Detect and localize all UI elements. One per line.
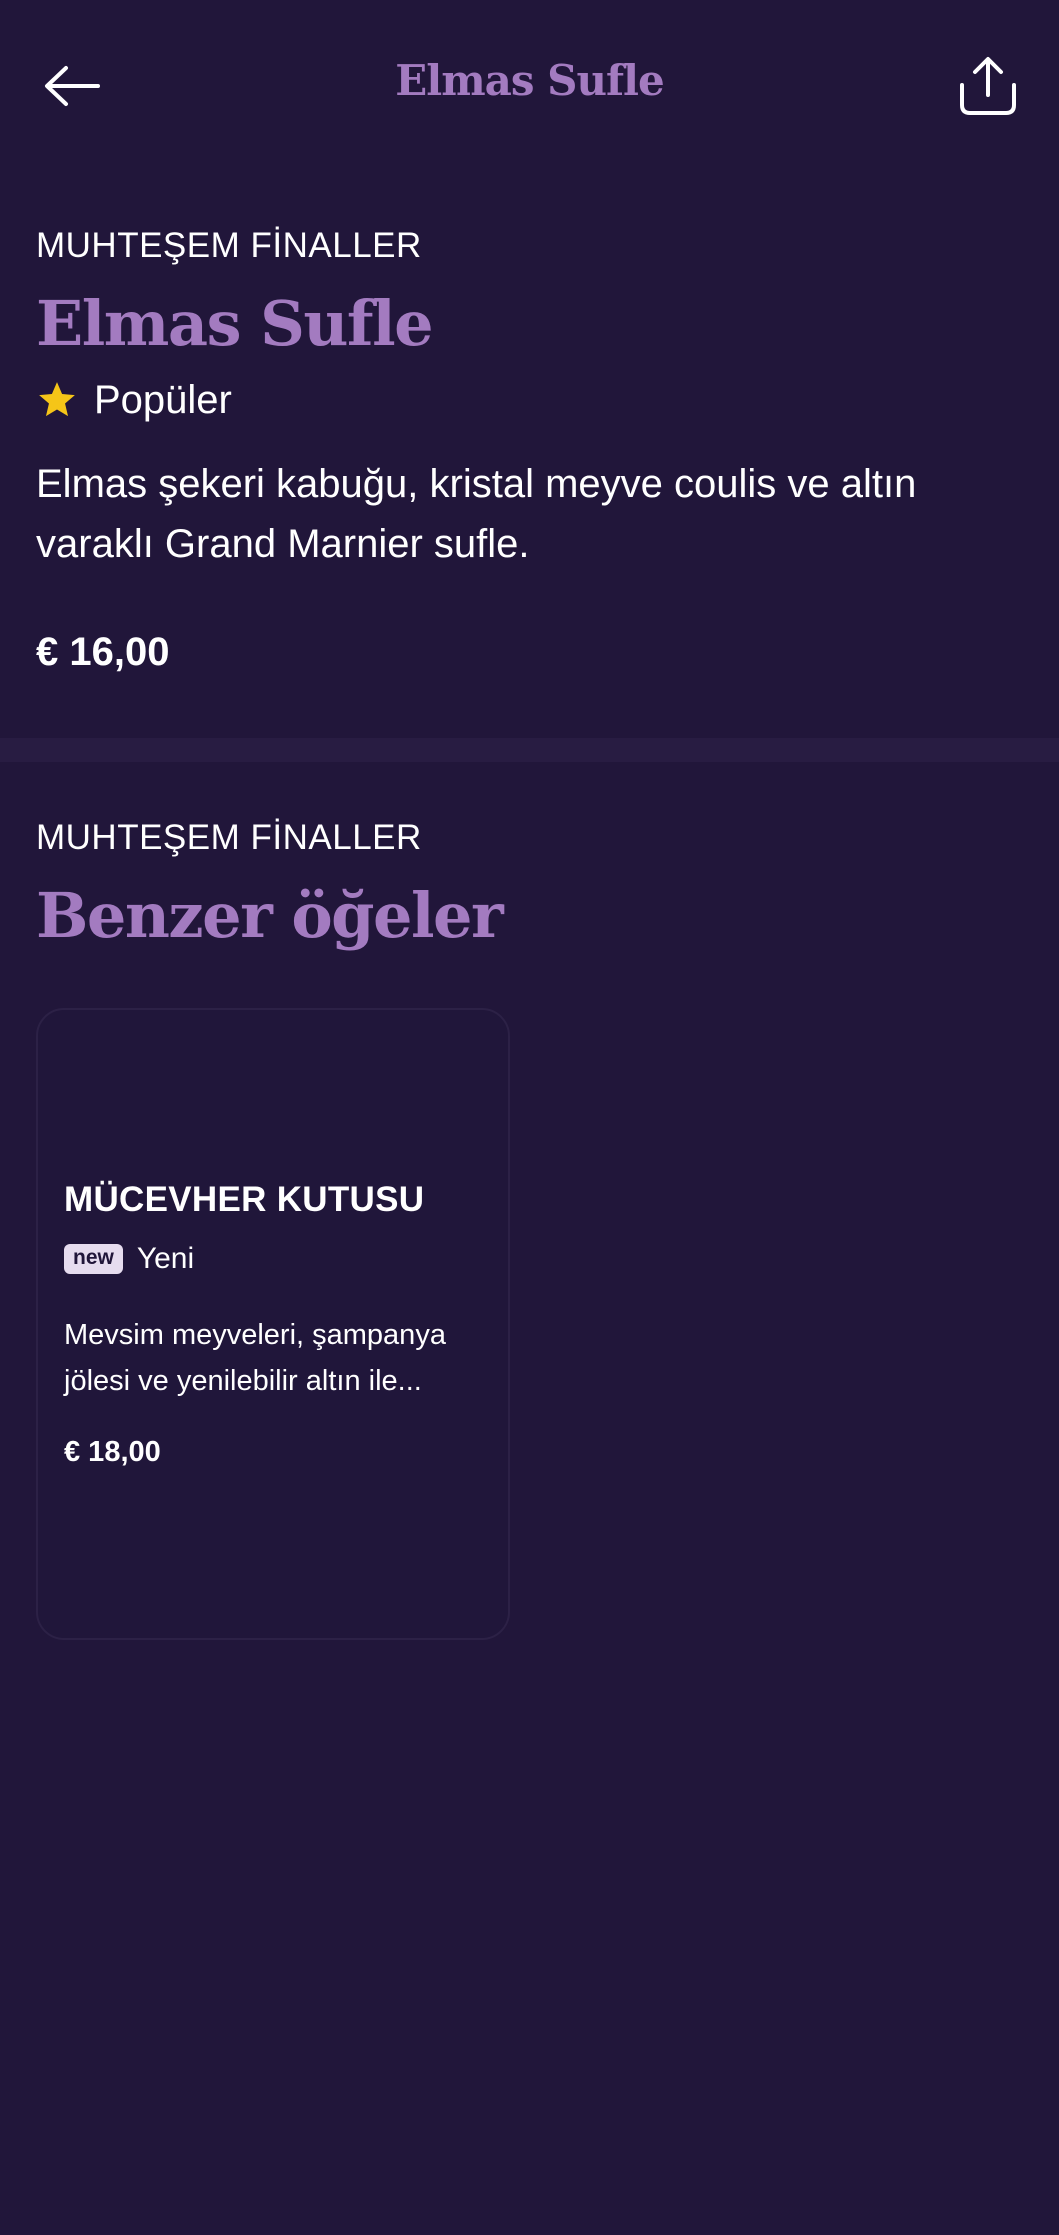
similar-items-section: MUHTEŞEM FİNALLER Benzer öğeler — [36, 812, 1026, 954]
top-app-bar: Elmas Sufle — [0, 0, 1059, 170]
item-detail: MUHTEŞEM FİNALLER Elmas Sufle Popüler El… — [36, 220, 1026, 675]
similar-item-name: MÜCEVHER KUTUSU — [64, 1180, 425, 1219]
similar-item-price: € 18,00 — [64, 1436, 161, 1468]
similar-title: Benzer öğeler — [36, 879, 504, 952]
page-title: Elmas Sufle — [395, 56, 665, 105]
new-badge: new Yeni — [64, 1242, 494, 1276]
share-icon — [960, 57, 1016, 115]
section-divider — [0, 738, 1059, 762]
share-button[interactable] — [948, 46, 1028, 126]
item-price: € 16,00 — [36, 630, 170, 674]
new-tag: new — [64, 1244, 123, 1274]
item-name: Elmas Sufle — [36, 287, 434, 360]
item-category: MUHTEŞEM FİNALLER — [36, 226, 422, 265]
new-tag-label: Yeni — [136, 1242, 195, 1275]
star-icon — [39, 382, 75, 417]
similar-item-description: Mevsim meyveleri, şampanya jölesi ve yen… — [64, 1319, 446, 1397]
popular-badge: Popüler — [36, 372, 1026, 428]
item-description: Elmas şekeri kabuğu, kristal meyve couli… — [36, 462, 917, 566]
badge-label: Popüler — [94, 377, 232, 422]
similar-item-card[interactable]: MÜCEVHER KUTUSU new Yeni Mevsim meyveler… — [36, 1008, 510, 1640]
similar-category: MUHTEŞEM FİNALLER — [36, 818, 422, 857]
